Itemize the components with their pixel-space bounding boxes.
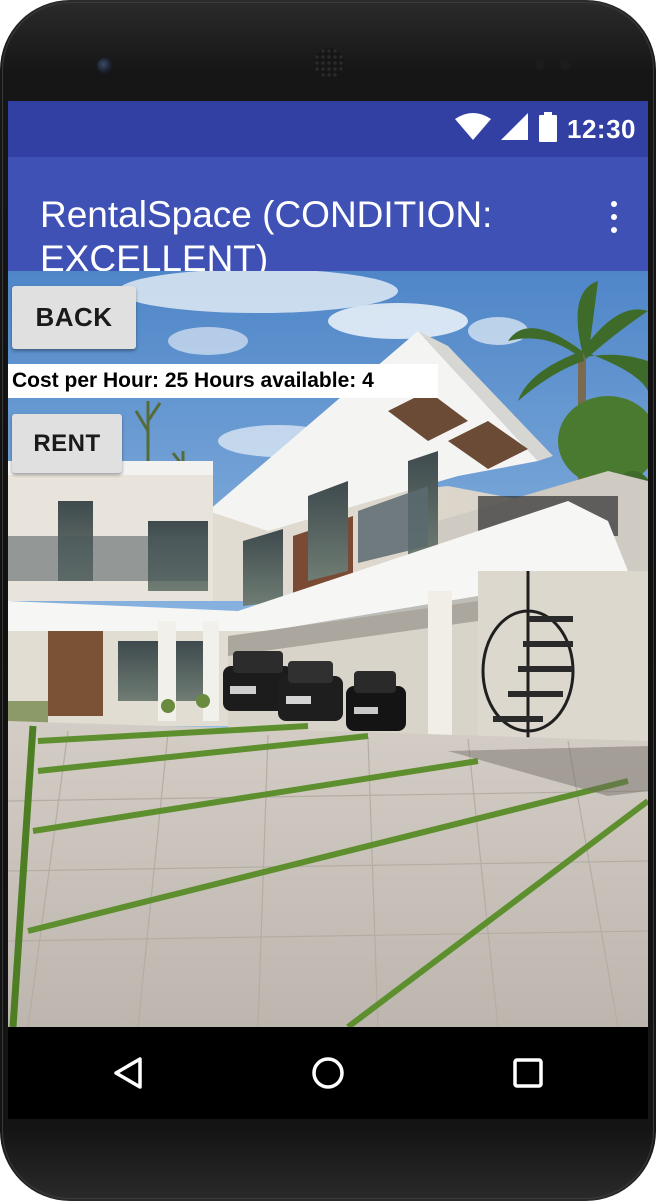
app-bar: RentalSpace (CONDITION: EXCELLENT)	[8, 157, 648, 271]
app-title: RentalSpace (CONDITION: EXCELLENT)	[40, 194, 493, 271]
status-icons: 12:30	[455, 111, 636, 147]
cellular-signal-icon	[501, 112, 529, 146]
menu-dot	[611, 200, 617, 207]
earpiece-speaker	[314, 48, 344, 78]
recents-square-icon[interactable]	[500, 1045, 556, 1101]
rent-button[interactable]: RENT	[12, 414, 122, 473]
more-vert-icon[interactable]	[602, 197, 626, 237]
menu-dot	[611, 213, 617, 220]
screen: 12:30 RentalSpace (CONDITION: EXCELLENT)	[8, 101, 648, 1119]
proximity-sensor	[535, 60, 545, 70]
front-camera	[97, 58, 113, 74]
wifi-icon	[455, 112, 491, 146]
light-sensor	[560, 60, 570, 70]
status-time: 12:30	[567, 113, 636, 144]
back-triangle-icon[interactable]	[100, 1045, 156, 1101]
cost-hours-label: Cost per Hour: 25 Hours available: 4	[8, 364, 438, 398]
status-bar: 12:30	[8, 101, 648, 157]
main-content: BACK Cost per Hour: 25 Hours available: …	[8, 271, 648, 1027]
menu-dot	[611, 227, 617, 234]
navigation-bar	[8, 1027, 648, 1119]
phone-frame: 12:30 RentalSpace (CONDITION: EXCELLENT)	[0, 0, 656, 1201]
battery-icon	[539, 111, 557, 147]
home-circle-icon[interactable]	[300, 1045, 356, 1101]
back-button[interactable]: BACK	[12, 286, 136, 349]
